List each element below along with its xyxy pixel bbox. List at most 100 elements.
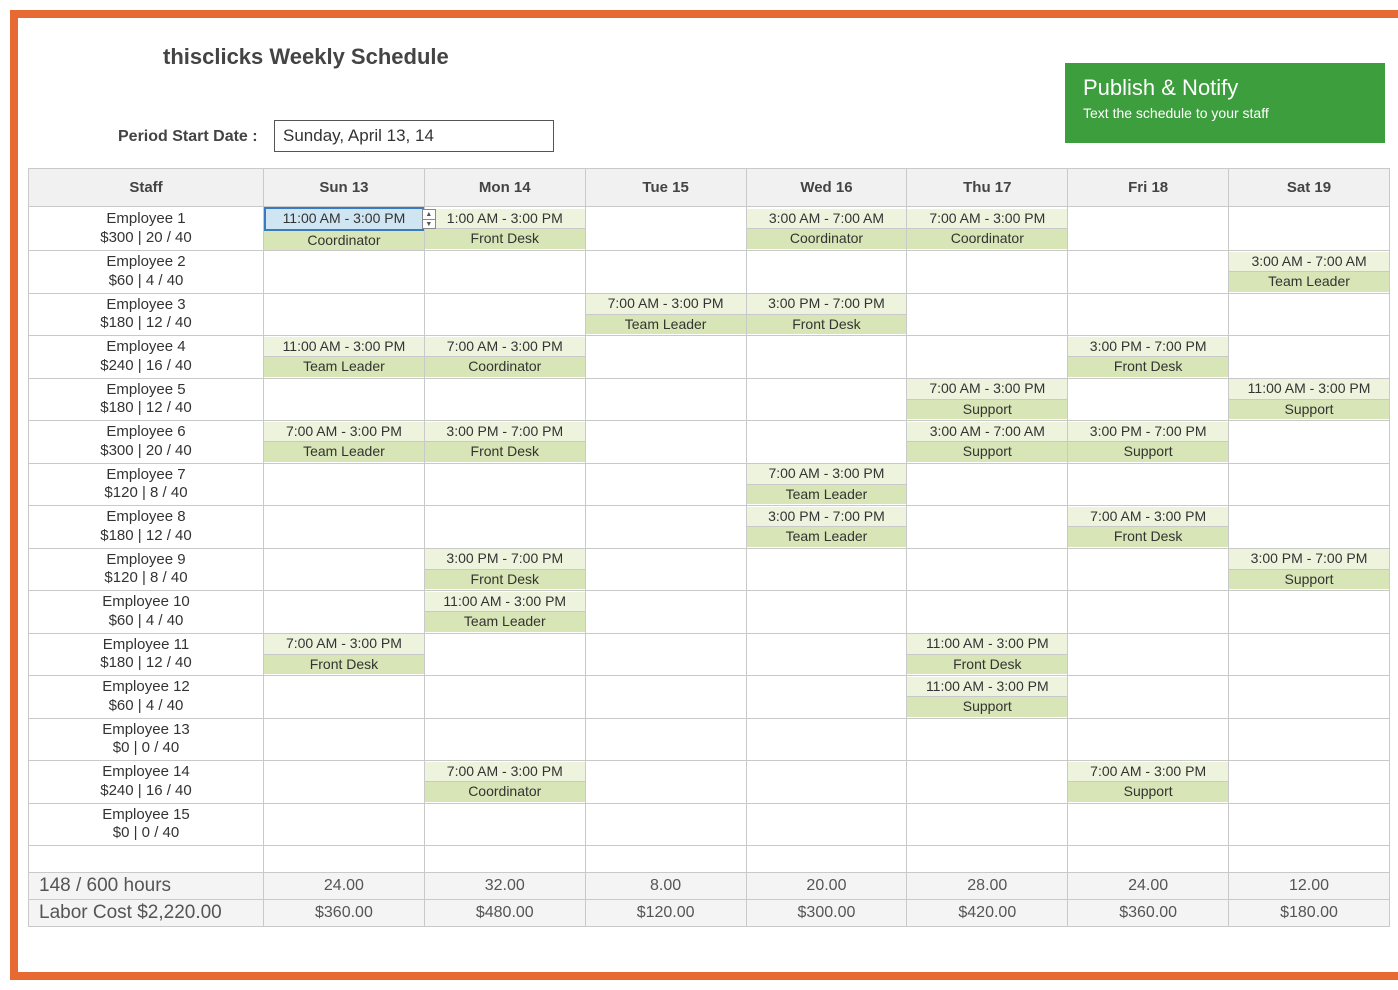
col-thu[interactable]: Thu 17 <box>907 169 1068 207</box>
shift-block[interactable]: 7:00 AM - 3:00 PMCoordinator <box>425 761 585 803</box>
staff-cell[interactable]: Employee 10$60 | 4 / 40 <box>29 591 264 634</box>
schedule-cell[interactable] <box>746 421 907 464</box>
schedule-cell[interactable] <box>585 761 746 804</box>
schedule-cell[interactable] <box>1229 421 1390 464</box>
schedule-cell[interactable] <box>585 336 746 379</box>
schedule-cell[interactable] <box>1068 207 1229 251</box>
schedule-cell[interactable] <box>907 803 1068 846</box>
schedule-cell[interactable]: 11:00 AM - 3:00 PM▲▼Coordinator <box>264 207 425 251</box>
schedule-cell[interactable] <box>1068 718 1229 761</box>
schedule-cell[interactable]: 7:00 AM - 3:00 PMFront Desk <box>1068 506 1229 549</box>
schedule-cell[interactable] <box>585 676 746 719</box>
shift-block[interactable]: 11:00 AM - 3:00 PM▲▼Coordinator <box>264 207 424 250</box>
schedule-cell[interactable] <box>746 591 907 634</box>
schedule-cell[interactable] <box>585 378 746 421</box>
schedule-cell[interactable] <box>907 336 1068 379</box>
schedule-cell[interactable] <box>264 548 425 591</box>
shift-block[interactable]: 7:00 AM - 3:00 PMCoordinator <box>425 336 585 378</box>
schedule-cell[interactable] <box>424 803 585 846</box>
schedule-cell[interactable]: 1:00 AM - 3:00 PMFront Desk <box>424 207 585 251</box>
shift-block[interactable]: 3:00 PM - 7:00 PMFront Desk <box>425 549 585 591</box>
staff-cell[interactable]: Employee 1$300 | 20 / 40 <box>29 207 264 251</box>
shift-block[interactable]: 3:00 PM - 7:00 PMSupport <box>1068 421 1228 463</box>
staff-cell[interactable]: Employee 9$120 | 8 / 40 <box>29 548 264 591</box>
schedule-cell[interactable] <box>1068 591 1229 634</box>
schedule-cell[interactable] <box>1068 676 1229 719</box>
schedule-cell[interactable]: 3:00 PM - 7:00 PMFront Desk <box>746 293 907 336</box>
schedule-cell[interactable]: 7:00 AM - 3:00 PMCoordinator <box>424 336 585 379</box>
schedule-cell[interactable] <box>746 761 907 804</box>
col-sat[interactable]: Sat 19 <box>1229 169 1390 207</box>
col-fri[interactable]: Fri 18 <box>1068 169 1229 207</box>
schedule-cell[interactable]: 7:00 AM - 3:00 PMTeam Leader <box>585 293 746 336</box>
schedule-cell[interactable] <box>264 591 425 634</box>
staff-cell[interactable]: Employee 12$60 | 4 / 40 <box>29 676 264 719</box>
col-mon[interactable]: Mon 14 <box>424 169 585 207</box>
schedule-cell[interactable] <box>585 463 746 506</box>
schedule-cell[interactable] <box>264 378 425 421</box>
staff-cell[interactable]: Employee 6$300 | 20 / 40 <box>29 421 264 464</box>
schedule-cell[interactable]: 11:00 AM - 3:00 PMFront Desk <box>907 633 1068 676</box>
schedule-cell[interactable]: 7:00 AM - 3:00 PMTeam Leader <box>264 421 425 464</box>
shift-block[interactable]: 11:00 AM - 3:00 PMSupport <box>907 676 1067 718</box>
schedule-cell[interactable] <box>746 251 907 294</box>
schedule-cell[interactable]: 3:00 PM - 7:00 PMSupport <box>1068 421 1229 464</box>
staff-cell[interactable]: Employee 2$60 | 4 / 40 <box>29 251 264 294</box>
shift-block[interactable]: 3:00 AM - 7:00 AMTeam Leader <box>1229 251 1389 293</box>
schedule-cell[interactable] <box>1068 293 1229 336</box>
schedule-cell[interactable] <box>907 293 1068 336</box>
schedule-cell[interactable] <box>264 676 425 719</box>
schedule-cell[interactable] <box>424 676 585 719</box>
schedule-cell[interactable] <box>746 676 907 719</box>
shift-block[interactable]: 3:00 PM - 7:00 PMFront Desk <box>1068 336 1228 378</box>
schedule-cell[interactable] <box>264 463 425 506</box>
schedule-cell[interactable]: 7:00 AM - 3:00 PMSupport <box>1068 761 1229 804</box>
schedule-cell[interactable] <box>264 506 425 549</box>
schedule-cell[interactable] <box>585 506 746 549</box>
schedule-cell[interactable]: 11:00 AM - 3:00 PMTeam Leader <box>264 336 425 379</box>
shift-block[interactable]: 7:00 AM - 3:00 PMSupport <box>907 379 1067 421</box>
publish-notify-button[interactable]: Publish & Notify Text the schedule to yo… <box>1065 63 1385 143</box>
schedule-cell[interactable]: 3:00 PM - 7:00 PMFront Desk <box>1068 336 1229 379</box>
schedule-cell[interactable] <box>1229 336 1390 379</box>
schedule-cell[interactable] <box>585 207 746 251</box>
col-wed[interactable]: Wed 16 <box>746 169 907 207</box>
schedule-cell[interactable]: 7:00 AM - 3:00 PMSupport <box>907 378 1068 421</box>
schedule-cell[interactable] <box>907 548 1068 591</box>
shift-block[interactable]: 3:00 AM - 7:00 AMCoordinator <box>747 207 907 250</box>
time-stepper[interactable]: ▲▼ <box>422 209 436 229</box>
shift-block[interactable]: 7:00 AM - 3:00 PMTeam Leader <box>586 294 746 336</box>
schedule-cell[interactable] <box>746 378 907 421</box>
schedule-cell[interactable] <box>1229 718 1390 761</box>
schedule-cell[interactable] <box>585 803 746 846</box>
schedule-cell[interactable]: 3:00 PM - 7:00 PMFront Desk <box>424 421 585 464</box>
schedule-cell[interactable] <box>585 633 746 676</box>
col-sun[interactable]: Sun 13 <box>264 169 425 207</box>
staff-cell[interactable]: Employee 13$0 | 0 / 40 <box>29 718 264 761</box>
staff-cell[interactable]: Employee 3$180 | 12 / 40 <box>29 293 264 336</box>
schedule-cell[interactable] <box>424 506 585 549</box>
schedule-cell[interactable] <box>1068 251 1229 294</box>
schedule-cell[interactable] <box>907 251 1068 294</box>
schedule-cell[interactable] <box>746 633 907 676</box>
schedule-cell[interactable] <box>585 718 746 761</box>
schedule-cell[interactable] <box>1068 463 1229 506</box>
schedule-cell[interactable]: 11:00 AM - 3:00 PMTeam Leader <box>424 591 585 634</box>
schedule-cell[interactable] <box>1068 378 1229 421</box>
shift-block[interactable]: 7:00 AM - 3:00 PMSupport <box>1068 761 1228 803</box>
staff-cell[interactable]: Employee 5$180 | 12 / 40 <box>29 378 264 421</box>
schedule-cell[interactable]: 11:00 AM - 3:00 PMSupport <box>907 676 1068 719</box>
shift-block[interactable]: 7:00 AM - 3:00 PMTeam Leader <box>264 421 424 463</box>
shift-block[interactable]: 1:00 AM - 3:00 PMFront Desk <box>425 207 585 250</box>
schedule-cell[interactable] <box>585 421 746 464</box>
shift-block[interactable]: 3:00 PM - 7:00 PMTeam Leader <box>747 506 907 548</box>
schedule-cell[interactable]: 3:00 PM - 7:00 PMTeam Leader <box>746 506 907 549</box>
schedule-cell[interactable] <box>746 548 907 591</box>
schedule-cell[interactable] <box>1229 676 1390 719</box>
schedule-cell[interactable] <box>1229 463 1390 506</box>
schedule-cell[interactable]: 7:00 AM - 3:00 PMCoordinator <box>424 761 585 804</box>
schedule-cell[interactable] <box>424 633 585 676</box>
schedule-cell[interactable] <box>907 761 1068 804</box>
schedule-cell[interactable]: 7:00 AM - 3:00 PMCoordinator <box>907 207 1068 251</box>
schedule-cell[interactable] <box>1229 803 1390 846</box>
